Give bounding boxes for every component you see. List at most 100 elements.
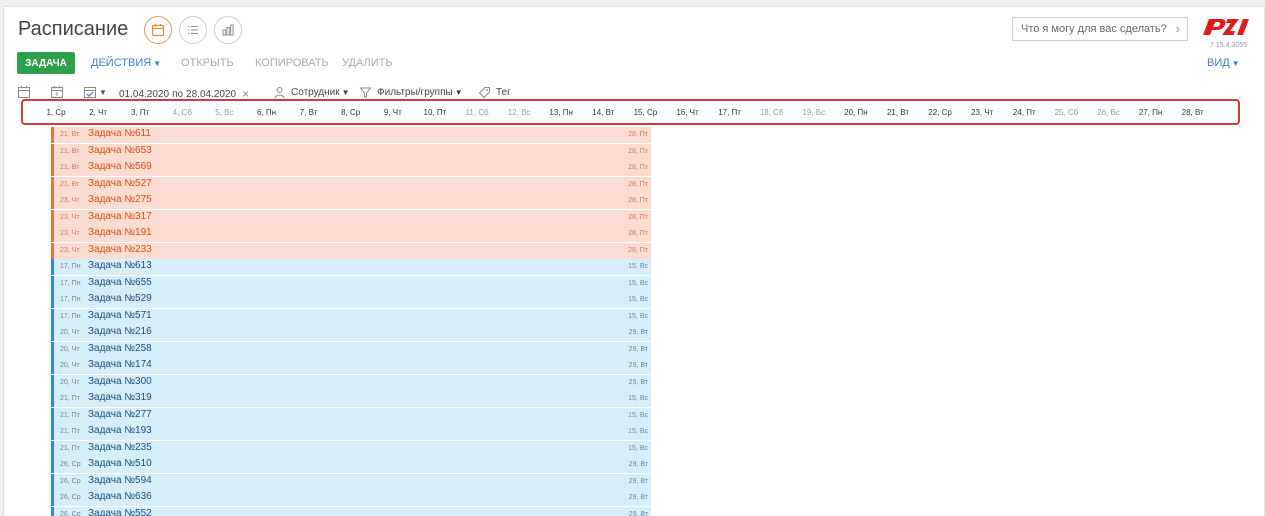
- delete-button[interactable]: УДАЛИТЬ: [342, 57, 393, 69]
- task-row[interactable]: 20, ЧтЗадача №25829, Вт: [51, 342, 651, 358]
- date-to: 28.04.2020: [186, 89, 236, 100]
- task-name[interactable]: Задача №527: [88, 178, 152, 189]
- timeline-day[interactable]: 7, Вт: [289, 108, 329, 117]
- tag-filter[interactable]: Тег: [478, 86, 511, 99]
- task-row[interactable]: 26, СрЗадача №59429, Вт: [51, 474, 651, 490]
- timeline-day[interactable]: 17, Пт: [710, 108, 750, 117]
- task-row[interactable]: 26, СрЗадача №51029, Вт: [51, 457, 651, 473]
- timeline-day[interactable]: 19, Вс: [794, 108, 834, 117]
- copy-button[interactable]: КОПИРОВАТЬ: [255, 57, 329, 69]
- task-name[interactable]: Задача №613: [88, 260, 152, 271]
- task-row[interactable]: 20, ЧтЗадача №21629, Вт: [51, 325, 651, 341]
- view-menu[interactable]: ВИД▼: [1207, 57, 1240, 69]
- day-view-toggle[interactable]: [17, 85, 31, 99]
- timeline-day[interactable]: 9, Чт: [373, 108, 413, 117]
- analytics-view-button[interactable]: [214, 16, 242, 44]
- chevron-right-icon[interactable]: ›: [1176, 21, 1180, 36]
- week-view-toggle[interactable]: [50, 85, 64, 99]
- task-name[interactable]: Задача №529: [88, 293, 152, 304]
- timeline-day[interactable]: 16, Чт: [668, 108, 708, 117]
- task-name[interactable]: Задача №655: [88, 277, 152, 288]
- task-name[interactable]: Задача №636: [88, 491, 152, 502]
- task-row[interactable]: 20, ЧтЗадача №30029, Вт: [51, 375, 651, 391]
- timeline-day[interactable]: 20, Пн: [836, 108, 876, 117]
- task-name[interactable]: Задача №275: [88, 194, 152, 205]
- task-row[interactable]: 21, ПтЗадача №23515, Вс: [51, 441, 651, 457]
- task-name[interactable]: Задача №258: [88, 343, 152, 354]
- list-view-button[interactable]: [179, 16, 207, 44]
- task-name[interactable]: Задача №611: [88, 128, 151, 139]
- task-start-date: 21, Вт: [60, 164, 79, 171]
- task-row[interactable]: 17, ПнЗадача №52915, Вс: [51, 292, 651, 308]
- actions-menu[interactable]: ДЕЙСТВИЯ▼: [91, 57, 161, 69]
- task-row[interactable]: 21, ВтЗадача №61128, Пт: [51, 127, 651, 143]
- timeline-day[interactable]: 15, Ср: [625, 108, 665, 117]
- task-row[interactable]: 23, ЧтЗадача №27528, Пт: [51, 193, 651, 209]
- timeline-day[interactable]: 18, Сб: [752, 108, 792, 117]
- task-row[interactable]: 23, ЧтЗадача №19128, Пт: [51, 226, 651, 242]
- task-name[interactable]: Задача №653: [88, 145, 152, 156]
- task-name[interactable]: Задача №319: [88, 392, 152, 403]
- task-end-date: 28, Пт: [628, 164, 648, 171]
- task-row[interactable]: 21, ВтЗадача №52728, Пт: [51, 177, 651, 193]
- open-button[interactable]: ОТКРЫТЬ: [181, 57, 234, 69]
- timeline-day[interactable]: 23, Чт: [962, 108, 1002, 117]
- timeline-day[interactable]: 21, Вт: [878, 108, 918, 117]
- task-name[interactable]: Задача №191: [88, 227, 152, 238]
- task-name[interactable]: Задача №277: [88, 409, 152, 420]
- timeline-day[interactable]: 25, Сб: [1046, 108, 1086, 117]
- task-name[interactable]: Задача №193: [88, 425, 152, 436]
- task-end-date: 15, Вс: [628, 263, 648, 270]
- task-row[interactable]: 20, ЧтЗадача №17429, Вт: [51, 358, 651, 374]
- timeline-day[interactable]: 28, Вт: [1173, 108, 1213, 117]
- task-end-date: 15, Вс: [628, 296, 648, 303]
- task-row[interactable]: 23, ЧтЗадача №23328, Пт: [51, 243, 651, 259]
- task-row[interactable]: 26, СрЗадача №63629, Вт: [51, 490, 651, 506]
- task-row[interactable]: 17, ПнЗадача №65515, Вс: [51, 276, 651, 292]
- timeline-day[interactable]: 22, Ср: [920, 108, 960, 117]
- task-name[interactable]: Задача №174: [88, 359, 152, 370]
- timeline-day[interactable]: 27, Пн: [1131, 108, 1171, 117]
- filters-groups-label: Фильтры/группы: [377, 87, 453, 98]
- task-name[interactable]: Задача №569: [88, 161, 152, 172]
- task-row[interactable]: 21, ПтЗадача №19315, Вс: [51, 424, 651, 440]
- timeline-day[interactable]: 1, Ср: [36, 108, 76, 117]
- task-name[interactable]: Задача №216: [88, 326, 152, 337]
- timeline-day[interactable]: 12, Вс: [499, 108, 539, 117]
- timeline-day[interactable]: 26, Вс: [1089, 108, 1129, 117]
- task-name[interactable]: Задача №235: [88, 442, 152, 453]
- task-name[interactable]: Задача №300: [88, 376, 152, 387]
- task-row[interactable]: 21, ПтЗадача №27715, Вс: [51, 408, 651, 424]
- task-end-date: 28, Пт: [628, 230, 648, 237]
- employee-filter[interactable]: Сотрудник ▼: [273, 86, 350, 99]
- add-task-button[interactable]: ЗАДАЧА: [17, 52, 75, 74]
- task-row[interactable]: 17, ПнЗадача №61315, Вс: [51, 259, 651, 275]
- task-name[interactable]: Задача №510: [88, 458, 152, 469]
- list-icon: [186, 23, 200, 37]
- timeline-day[interactable]: 5, Вс: [204, 108, 244, 117]
- period-picker[interactable]: ▼: [83, 85, 107, 99]
- task-name[interactable]: Задача №233: [88, 244, 152, 255]
- timeline-day[interactable]: 24, Пт: [1004, 108, 1044, 117]
- task-name[interactable]: Задача №571: [88, 310, 152, 321]
- timeline-day[interactable]: 14, Вт: [583, 108, 623, 117]
- timeline-day[interactable]: 4, Сб: [162, 108, 202, 117]
- task-row[interactable]: 21, Вт Задача №569 28, Пт: [51, 160, 651, 176]
- timeline-day[interactable]: 2, Чт: [78, 108, 118, 117]
- timeline-day[interactable]: 6, Пн: [247, 108, 287, 117]
- timeline-day[interactable]: 8, Ср: [331, 108, 371, 117]
- task-start-date: 21, Пт: [60, 428, 80, 435]
- task-name[interactable]: Задача №594: [88, 475, 152, 486]
- command-search-input[interactable]: Что я могу для вас сделать? ›: [1012, 17, 1188, 41]
- timeline-day[interactable]: 13, Пн: [541, 108, 581, 117]
- task-row[interactable]: 17, ПнЗадача №57115, Вс: [51, 309, 651, 325]
- task-row[interactable]: 21, ПтЗадача №31915, Вс: [51, 391, 651, 407]
- timeline-day[interactable]: 11, Сб: [457, 108, 497, 117]
- task-name[interactable]: Задача №317: [88, 211, 152, 222]
- filters-groups-menu[interactable]: Фильтры/группы ▼: [359, 86, 463, 99]
- task-row[interactable]: 23, ЧтЗадача №31728, Пт: [51, 210, 651, 226]
- timeline-day[interactable]: 3, Пт: [120, 108, 160, 117]
- task-row[interactable]: 21, ВтЗадача №65328, Пт: [51, 144, 651, 160]
- timeline-day[interactable]: 10, Пт: [415, 108, 455, 117]
- calendar-view-button[interactable]: [144, 16, 172, 44]
